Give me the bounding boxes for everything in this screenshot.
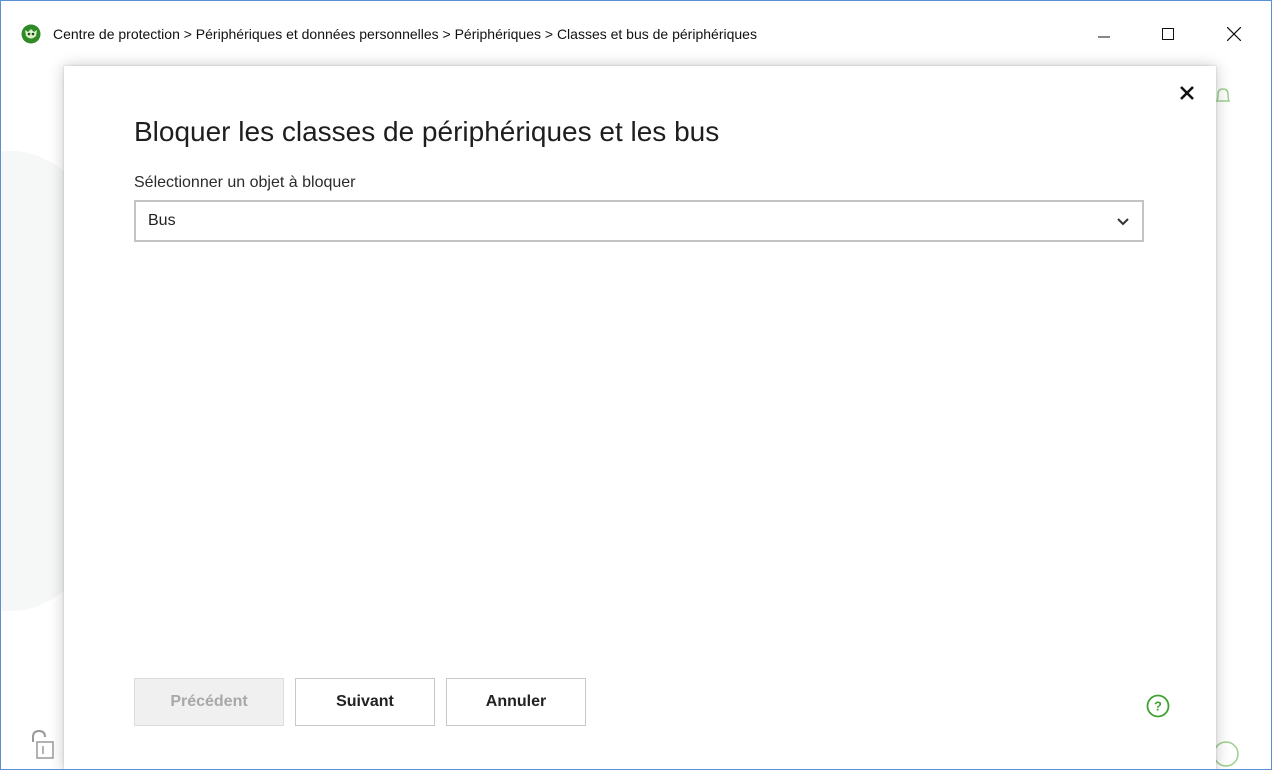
- object-type-select[interactable]: Bus: [134, 200, 1144, 242]
- cancel-button[interactable]: Annuler: [446, 678, 586, 726]
- lock-icon: [29, 728, 55, 765]
- title-bar: Centre de protection > Périphériques et …: [1, 1, 1271, 65]
- dialog-title: Bloquer les classes de périphériques et …: [134, 116, 720, 147]
- svg-text:?: ?: [1154, 699, 1162, 714]
- select-label: Sélectionner un objet à bloquer: [134, 174, 356, 191]
- close-icon: [1180, 86, 1194, 100]
- help-icon[interactable]: ?: [1146, 694, 1170, 718]
- close-icon: [1227, 27, 1241, 41]
- chevron-down-icon: [1117, 218, 1129, 226]
- notification-bell-icon: [1213, 85, 1233, 112]
- minimize-icon: [1098, 36, 1110, 38]
- next-button[interactable]: Suivant: [295, 678, 435, 726]
- block-device-dialog: Bloquer les classes de périphériques et …: [64, 66, 1216, 769]
- maximize-button[interactable]: [1145, 15, 1191, 53]
- app-logo-icon: [21, 24, 41, 44]
- previous-button[interactable]: Précédent: [134, 678, 284, 726]
- minimize-button[interactable]: [1081, 15, 1127, 53]
- maximize-icon: [1162, 28, 1174, 40]
- breadcrumb: Centre de protection > Périphériques et …: [53, 26, 757, 42]
- dialog-close-button[interactable]: [1176, 82, 1198, 104]
- window-close-button[interactable]: [1211, 15, 1257, 53]
- select-value: Bus: [148, 212, 176, 229]
- app-window: Centre de protection > Périphériques et …: [0, 0, 1272, 770]
